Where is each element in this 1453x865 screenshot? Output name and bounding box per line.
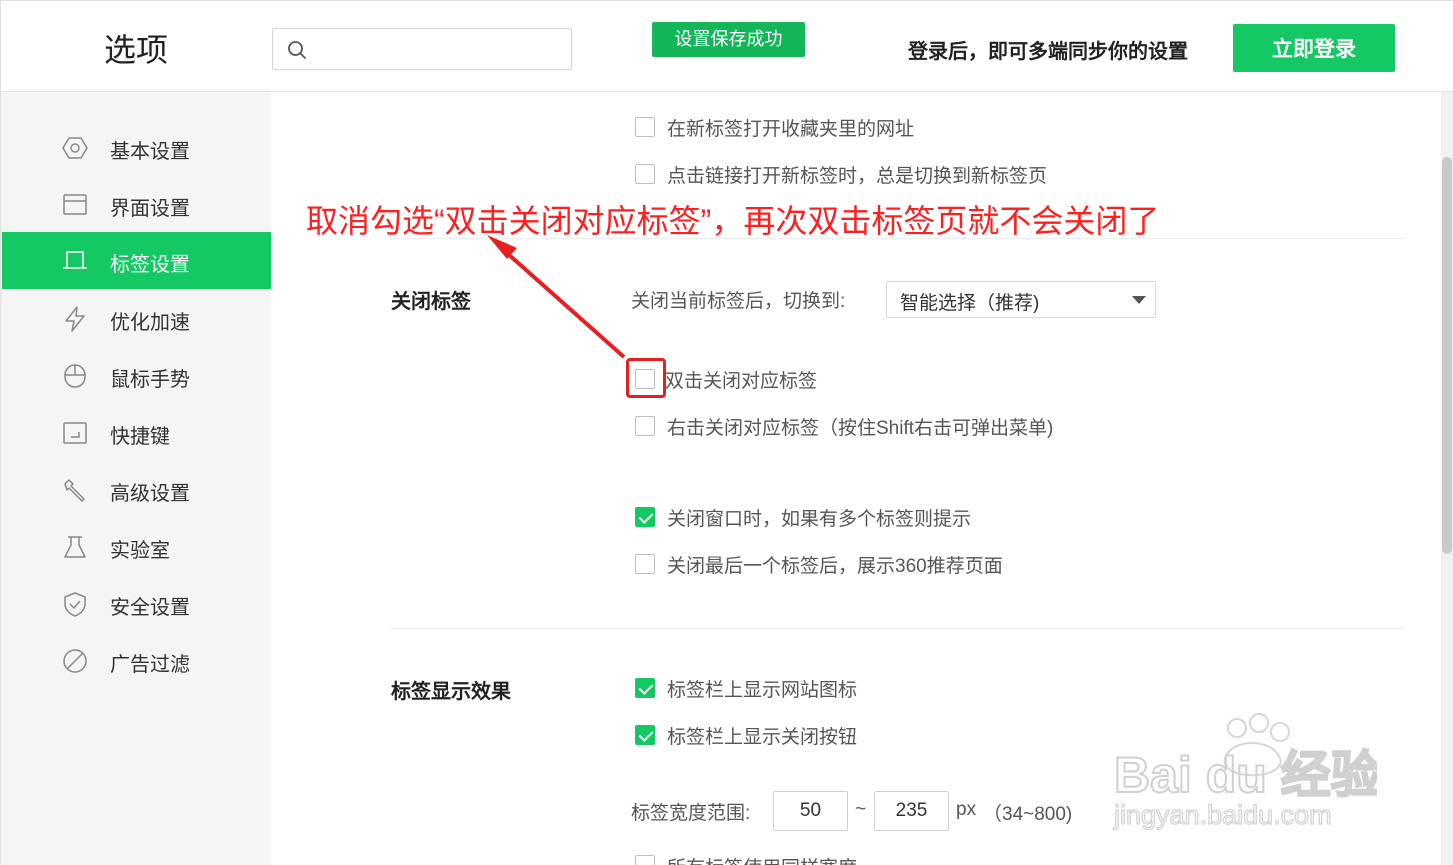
login-button[interactable]: 立即登录 (1233, 24, 1395, 72)
sidebar-item-optimize[interactable]: 优化加速 (2, 290, 272, 347)
sidebar-item-mouse-gesture[interactable]: 鼠标手势 (2, 347, 272, 404)
checkbox[interactable] (635, 164, 655, 184)
search-input[interactable] (315, 35, 565, 63)
sidebar-item-basic[interactable]: 基本设置 (2, 119, 272, 176)
tab-width-max-input[interactable] (874, 791, 949, 831)
option-switch-to-new-tab[interactable]: 点击链接打开新标签时，总是切换到新标签页 (635, 160, 1047, 188)
sidebar-item-ad-filter[interactable]: 广告过滤 (2, 632, 272, 689)
option-label: 右击关闭对应标签（按住Shift右击可弹出菜单) (667, 417, 1054, 439)
unit-label: px (956, 799, 977, 820)
checkbox[interactable] (635, 117, 655, 137)
tutorial-annotation: 取消勾选“双击关闭对应标签”，再次双击标签页就不会关闭了 (306, 203, 1160, 239)
tab-width-min-input[interactable] (773, 791, 848, 831)
search-icon (288, 41, 306, 59)
search-box[interactable] (272, 28, 572, 70)
section-title-close-tabs: 关闭标签 (391, 291, 471, 313)
option-label: 点击链接打开新标签时，总是切换到新标签页 (667, 165, 1048, 187)
sidebar-item-label: 标签设置 (110, 254, 190, 276)
checkbox[interactable] (635, 507, 655, 527)
checkbox[interactable] (635, 416, 655, 436)
watermark-url: jingyan.baidu.com (1113, 800, 1332, 830)
tab-icon (63, 251, 87, 269)
save-success-toast: 设置保存成功 (652, 22, 805, 57)
window-icon (63, 194, 87, 215)
sidebar-item-shortcuts[interactable]: 快捷键 (2, 404, 272, 461)
option-label: 所有标签使用同样宽度 (667, 853, 857, 865)
option-label: 在新标签打开收藏夹里的网址 (667, 118, 915, 140)
checkbox[interactable] (635, 855, 655, 865)
option-label: 双击关闭对应标签 (665, 370, 818, 392)
option-label: 标签栏上显示关闭按钮 (667, 726, 858, 748)
option-show-close-button[interactable]: 标签栏上显示关闭按钮 (635, 721, 857, 749)
watermark-brand: Bai du 经验 (1114, 747, 1377, 803)
baidu-jingyan-watermark: Bai du 经验 jingyan.baidu.com (1112, 713, 1377, 830)
page-title: 选项 (104, 32, 169, 68)
sidebar-item-label: 快捷键 (110, 426, 170, 448)
annotation-highlight-box (626, 358, 666, 398)
sidebar-item-label: 优化加速 (110, 312, 190, 334)
sidebar-item-label: 鼠标手势 (110, 369, 190, 391)
option-show-site-icon[interactable]: 标签栏上显示网站图标 (635, 674, 857, 702)
option-warn-multiple-tabs[interactable]: 关闭窗口时，如果有多个标签则提示 (635, 503, 971, 531)
sidebar: 基本设置 界面设置 标签设置 优化加速 鼠标手势 快捷键 高级设置 实验室 安全… (0, 92, 272, 865)
caret-down-icon (1132, 296, 1146, 304)
option-label: 关闭窗口时，如果有多个标签则提示 (667, 508, 972, 530)
option-show-360-page[interactable]: 关闭最后一个标签后，展示360推荐页面 (635, 550, 1003, 578)
sidebar-item-lab[interactable]: 实验室 (2, 518, 272, 575)
option-label: 关闭最后一个标签后，展示360推荐页面 (667, 555, 1003, 577)
switch-after-close-label: 关闭当前标签后，切换到: (631, 291, 846, 312)
header-bar: 选项 设置保存成功 登录后，即可多端同步你的设置 立即登录 (0, 0, 1453, 92)
sidebar-item-label: 实验室 (110, 540, 170, 562)
switch-after-close-select[interactable]: 智能选择（推荐) (886, 281, 1156, 318)
checkbox[interactable] (635, 554, 655, 574)
lightning-icon (65, 306, 85, 332)
sidebar-item-tabs[interactable]: 标签设置 (2, 232, 272, 289)
sidebar-item-interface[interactable]: 界面设置 (2, 176, 272, 233)
wrench-icon (64, 479, 85, 502)
hexagon-settings-icon (62, 137, 88, 159)
checkbox[interactable] (635, 725, 655, 745)
option-same-width[interactable]: 所有标签使用同样宽度 (635, 849, 857, 865)
sidebar-item-label: 高级设置 (110, 483, 190, 505)
range-separator: ~ (855, 799, 867, 820)
sidebar-item-label: 广告过滤 (110, 654, 190, 676)
sidebar-item-label: 基本设置 (110, 141, 190, 163)
flask-icon (64, 536, 86, 558)
shield-icon (64, 592, 86, 617)
option-right-click-close[interactable]: 右击关闭对应标签（按住Shift右击可弹出菜单) (635, 412, 1053, 440)
range-hint: （34~800) (983, 804, 1073, 825)
sync-hint-text: 登录后，即可多端同步你的设置 (908, 41, 1188, 63)
option-open-favorites-new-tab[interactable]: 在新标签打开收藏夹里的网址 (635, 113, 914, 141)
sidebar-item-label: 界面设置 (110, 198, 190, 220)
select-value: 智能选择（推荐) (900, 293, 1040, 314)
keyboard-shortcut-icon (63, 422, 87, 444)
sidebar-item-security[interactable]: 安全设置 (2, 575, 272, 632)
option-label: 标签栏上显示网站图标 (667, 679, 858, 701)
scrollbar-thumb[interactable] (1442, 157, 1452, 554)
block-icon (63, 649, 87, 673)
checkbox[interactable] (635, 678, 655, 698)
tab-width-label: 标签宽度范围: (631, 803, 751, 824)
sidebar-item-advanced[interactable]: 高级设置 (2, 461, 272, 518)
mouse-icon (64, 364, 86, 388)
sidebar-item-label: 安全设置 (110, 597, 190, 619)
section-divider (391, 628, 1405, 629)
section-title-tab-display: 标签显示效果 (391, 681, 511, 703)
